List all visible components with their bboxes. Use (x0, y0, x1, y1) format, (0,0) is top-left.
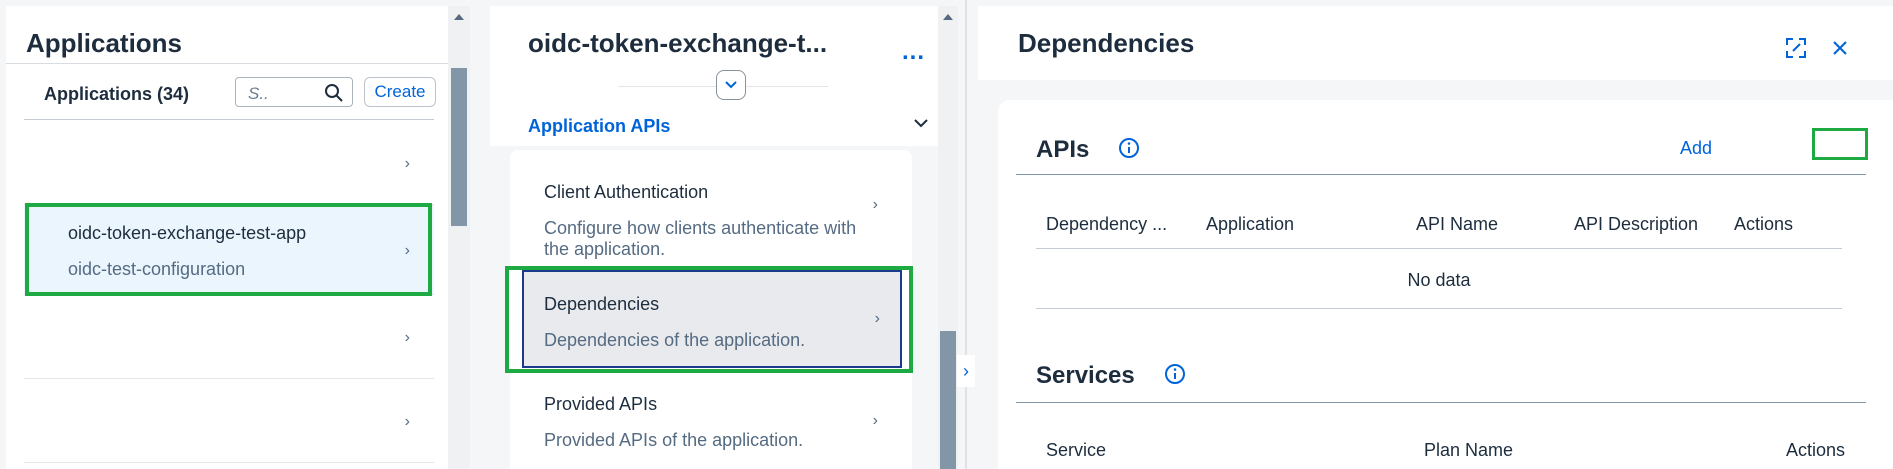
dependencies-card: APIs Add Dependency ... Application API … (998, 100, 1893, 469)
chevron-right-icon: › (404, 328, 410, 346)
services-section-title: Services (1036, 362, 1135, 389)
list-item[interactable]: › (24, 379, 434, 463)
search-input[interactable]: S.. (235, 77, 353, 107)
nav-item-description: Configure how clients authenticate with … (544, 218, 857, 259)
scrollbar-thumb[interactable] (451, 68, 467, 226)
fullscreen-icon[interactable] (1784, 36, 1808, 60)
nav-item-description: Dependencies of the application. (544, 330, 806, 350)
search-icon[interactable] (324, 83, 344, 103)
chevron-right-icon: › (404, 154, 410, 172)
add-button-highlight (1812, 128, 1868, 160)
column-header-dependency[interactable]: Dependency ... (1046, 214, 1167, 235)
no-data-text: No data (1407, 270, 1471, 290)
scroll-up-icon[interactable] (943, 14, 953, 20)
close-icon[interactable] (1828, 36, 1852, 60)
column-header-actions: Actions (1786, 440, 1846, 460)
chevron-right-icon: › (404, 412, 410, 430)
create-button[interactable]: Create (364, 77, 436, 107)
section-divider (1016, 402, 1866, 403)
list-item-subtitle: oidc-test-configuration (68, 259, 246, 279)
add-api-button[interactable]: Add (1680, 138, 1712, 159)
scroll-up-icon[interactable] (454, 14, 464, 20)
column-header-actions: Actions (1734, 214, 1794, 234)
section-divider (1016, 174, 1866, 175)
nav-item-title: Dependencies (544, 294, 660, 314)
applications-header: Applications (6, 6, 448, 64)
nav-item-dependencies[interactable]: Dependencies Dependencies of the applica… (522, 270, 902, 368)
app-detail-column: oidc-token-exchange-t... ... Application… (470, 0, 958, 469)
applications-toolbar: Applications (34) S.. Create (24, 64, 436, 120)
column-header-service[interactable]: Service (1046, 440, 1106, 461)
more-options-button[interactable]: ... (902, 38, 925, 66)
dependencies-title: Dependencies (1018, 28, 1195, 58)
applications-title: Applications (26, 28, 183, 58)
scrollbar-thumb[interactable] (940, 331, 956, 469)
chevron-down-icon (725, 81, 737, 89)
application-apis-nav: Client Authentication Configure how clie… (510, 150, 912, 469)
search-placeholder: S.. (248, 84, 269, 103)
apis-section-title: APIs (1036, 136, 1090, 163)
dependencies-header: Dependencies (978, 6, 1893, 80)
nav-item-provided-apis[interactable]: Provided APIs Provided APIs of the appli… (510, 372, 912, 469)
chevron-right-icon[interactable]: › (957, 355, 975, 387)
info-icon[interactable] (1118, 137, 1140, 159)
app-detail-header: oidc-token-exchange-t... ... Application… (490, 6, 942, 146)
column-header-api-name[interactable]: API Name (1416, 214, 1498, 235)
info-icon[interactable] (1164, 363, 1186, 385)
applications-scrollbar[interactable] (448, 6, 470, 469)
nav-item-description: Provided APIs of the application. (544, 430, 804, 450)
nav-item-title: Client Authentication (544, 182, 709, 202)
applications-column: Applications Applications (34) S.. Creat… (0, 0, 470, 469)
list-item[interactable]: › (24, 295, 434, 379)
splitter-bar (965, 0, 967, 469)
chevron-down-icon[interactable] (910, 112, 932, 134)
chevron-right-icon: › (872, 411, 878, 429)
column-splitter[interactable]: › (955, 0, 977, 469)
applications-count-title: Applications (34) (44, 84, 190, 104)
column-header-api-description[interactable]: API Description (1574, 214, 1698, 235)
app-detail-title: oidc-token-exchange-t... (528, 28, 828, 58)
nav-item-client-authentication[interactable]: Client Authentication Configure how clie… (510, 150, 912, 260)
table-header-divider (1036, 248, 1842, 249)
list-item-oidc-token-exchange-test-app[interactable]: oidc-token-exchange-test-app oidc-test-c… (24, 205, 434, 295)
nav-item-title: Provided APIs (544, 394, 658, 414)
chevron-right-icon: › (874, 310, 880, 327)
table-bottom-divider (1036, 308, 1842, 309)
list-item-title: oidc-token-exchange-test-app (68, 223, 307, 243)
column-header-application[interactable]: Application (1206, 214, 1294, 235)
chevron-right-icon: › (404, 241, 410, 259)
applications-list: Applications (34) S.. Create › oidc-toke… (6, 64, 448, 469)
column-header-plan-name[interactable]: Plan Name (1424, 440, 1513, 461)
collapse-header-button[interactable] (716, 70, 746, 100)
dependencies-column: Dependencies APIs Add Dependency ... App… (978, 0, 1893, 469)
list-item[interactable]: › (24, 121, 434, 205)
chevron-right-icon: › (872, 196, 878, 213)
application-apis-section[interactable]: Application APIs (528, 116, 670, 137)
